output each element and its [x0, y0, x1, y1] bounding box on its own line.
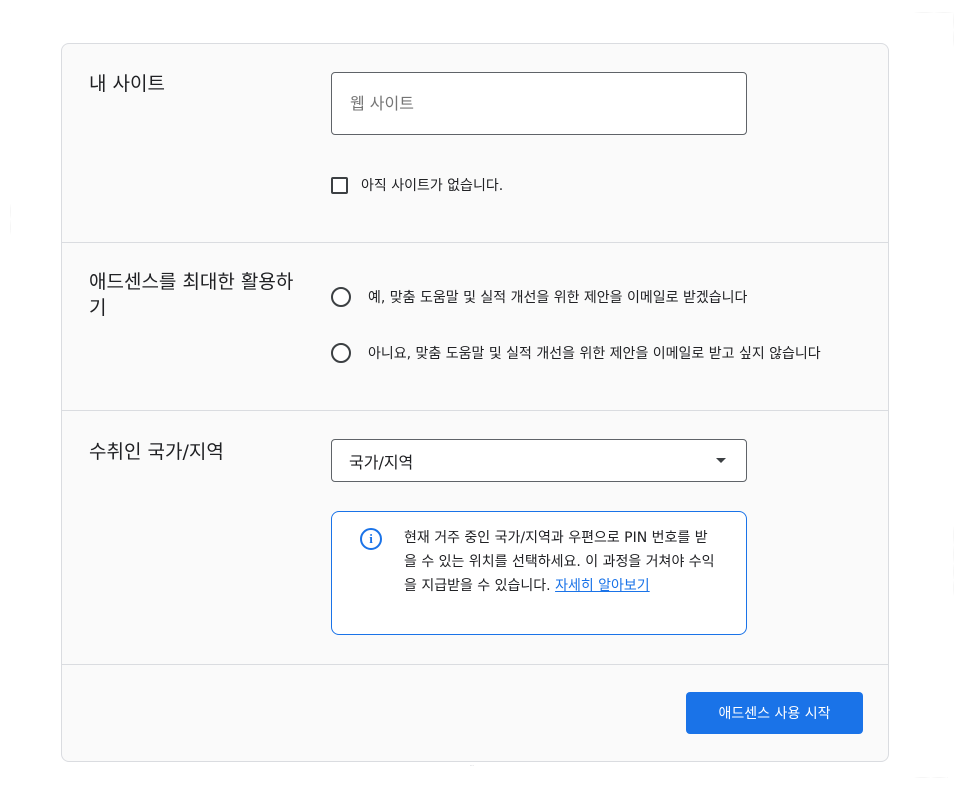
country-section: 수취인 국가/지역 국가/지역 i 현재 거주 중인 국가/지역과 우편으로 P… [62, 411, 888, 665]
email-opt-in-radio-row[interactable]: 예, 맞춤 도움말 및 실적 개선을 위한 제안을 이메일로 받겠습니다 [331, 287, 747, 307]
no-site-checkbox-label: 아직 사이트가 없습니다. [361, 178, 504, 194]
country-select[interactable]: 국가/지역 [331, 439, 747, 482]
signup-form-card: 내 사이트 아직 사이트가 없습니다. 애드센스를 최대한 활용하기 예, 맞춤… [61, 43, 889, 762]
optimize-section: 애드센스를 최대한 활용하기 예, 맞춤 도움말 및 실적 개선을 위한 제안을… [62, 243, 888, 411]
learn-more-link[interactable]: 자세히 알아보기 [555, 578, 650, 594]
info-icon: i [360, 528, 382, 550]
start-adsense-button[interactable]: 애드센스 사용 시작 [686, 692, 863, 734]
site-section: 내 사이트 아직 사이트가 없습니다. [62, 44, 888, 243]
no-site-checkbox[interactable] [331, 176, 348, 194]
watermark: ... [470, 762, 474, 767]
no-site-checkbox-row[interactable]: 아직 사이트가 없습니다. [331, 175, 503, 195]
country-section-title: 수취인 국가/지역 [89, 441, 224, 463]
optimize-section-title: 애드센스를 최대한 활용하기 [89, 271, 294, 319]
website-input[interactable] [331, 72, 747, 135]
email-opt-out-label: 아니요, 맞춤 도움말 및 실적 개선을 위한 제안을 이메일로 받고 싶지 않… [368, 346, 821, 362]
email-opt-in-radio[interactable] [331, 287, 351, 307]
dropdown-arrow-icon [716, 458, 726, 463]
email-opt-in-label: 예, 맞춤 도움말 및 실적 개선을 위한 제안을 이메일로 받겠습니다 [368, 290, 748, 306]
email-opt-out-radio[interactable] [331, 343, 351, 363]
email-opt-out-radio-row[interactable]: 아니요, 맞춤 도움말 및 실적 개선을 위한 제안을 이메일로 받고 싶지 않… [331, 343, 821, 363]
site-section-title: 내 사이트 [89, 73, 165, 95]
country-info-box: i 현재 거주 중인 국가/지역과 우편으로 PIN 번호를 받을 수 있는 위… [331, 511, 747, 635]
country-select-value: 국가/지역 [349, 452, 414, 472]
